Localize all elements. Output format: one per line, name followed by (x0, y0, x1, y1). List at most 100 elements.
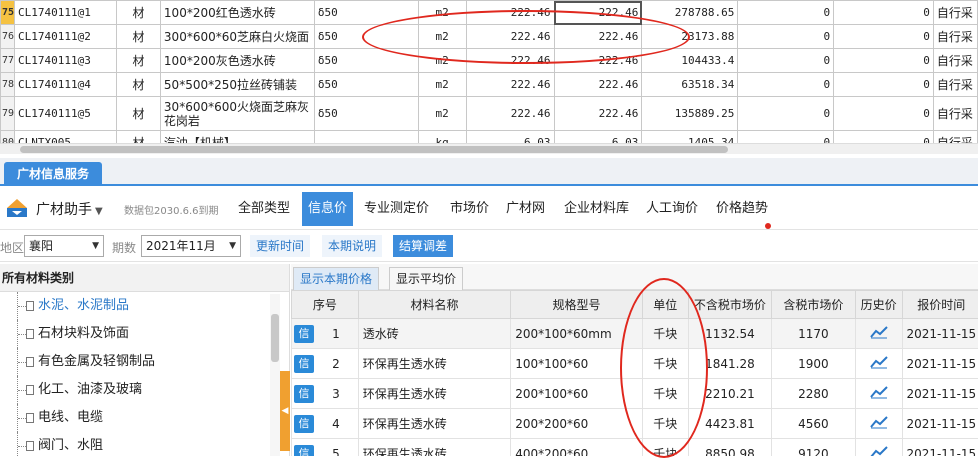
sheet-cell-src[interactable]: 自行采 (933, 97, 977, 131)
sheet-cell-code[interactable]: CL1740111@2 (15, 25, 117, 49)
sheet-cell-c1[interactable]: 0 (738, 1, 834, 25)
info-badge[interactable]: 信 (294, 385, 314, 403)
grid-header-cell[interactable]: 材料名称 (358, 291, 510, 319)
sheet-cell-spec[interactable]: δ50 (314, 49, 418, 73)
sheet-cell-unit[interactable]: m2 (418, 97, 466, 131)
sheet-cell-name[interactable]: 30*600*600火烧面芝麻灰花岗岩 (160, 97, 314, 131)
region-select[interactable]: 襄阳▼ (24, 235, 104, 257)
sheet-cell-c2[interactable]: 0 (834, 25, 934, 49)
collapse-splitter-icon[interactable]: ◀ (280, 371, 290, 451)
sheet-cell-c1[interactable]: 0 (738, 97, 834, 131)
sheet-cell-unit[interactable]: m2 (418, 49, 466, 73)
trend-chart-icon[interactable] (870, 415, 888, 429)
info-badge[interactable]: 信 (294, 445, 314, 457)
sheet-cell-code[interactable]: CL1740111@3 (15, 49, 117, 73)
sheet-cell-p1[interactable]: 222.46 (466, 1, 554, 25)
sheet-cell-p2[interactable]: 222.46 (554, 73, 642, 97)
tree-vertical-scrollbar[interactable] (270, 294, 280, 456)
sheet-cell-code[interactable]: CL1740111@5 (15, 97, 117, 131)
sheet-cell-src[interactable]: 自行采 (933, 49, 977, 73)
table-row[interactable]: 信2环保再生透水砖100*100*60千块1841.2819002021-11-… (292, 349, 978, 379)
sheet-horizontal-scrollbar[interactable] (0, 143, 978, 154)
period-explain-button[interactable]: 本期说明 (322, 235, 382, 257)
sheet-cell-kind[interactable]: 材 (116, 25, 160, 49)
sheet-cell-p2[interactable]: 222.46 (554, 25, 642, 49)
sheet-cell-spec[interactable]: δ50 (314, 1, 418, 25)
tree-item[interactable]: 水泥、水泥制品 (0, 292, 289, 320)
tree-item[interactable]: 石材块料及饰面 (0, 320, 289, 348)
sheet-cell-c1[interactable]: 0 (738, 25, 834, 49)
sheet-cell-amount[interactable]: 278788.65 (642, 1, 738, 25)
tree-item[interactable]: 电线、电缆 (0, 404, 289, 432)
period-select[interactable]: 2021年11月▼ (141, 235, 241, 257)
sheet-cell-c1[interactable]: 0 (738, 49, 834, 73)
app-name-dropdown[interactable]: 广材助手▼ (36, 199, 103, 219)
sheet-cell-spec[interactable]: δ50 (314, 97, 418, 131)
nav-tab-5[interactable]: 企业材料库 (558, 192, 635, 226)
sheet-cell-src[interactable]: 自行采 (933, 73, 977, 97)
sheet-cell-name[interactable]: 100*200灰色透水砖 (160, 49, 314, 73)
grid-header-cell[interactable]: 报价时间 (902, 291, 978, 319)
trend-chart-icon[interactable] (870, 355, 888, 369)
info-badge[interactable]: 信 (294, 415, 314, 433)
sheet-cell-num[interactable]: 75 (1, 1, 15, 25)
sheet-cell-unit[interactable]: m2 (418, 73, 466, 97)
table-row[interactable]: 信3环保再生透水砖200*100*60千块2210.2122802021-11-… (292, 379, 978, 409)
sheet-cell-p2[interactable]: 222.46 (554, 49, 642, 73)
sheet-row[interactable]: 78CL1740111@4材50*500*250拉丝砖铺装δ50m2222.46… (1, 73, 978, 97)
tab-average-price[interactable]: 显示平均价 (389, 267, 463, 290)
sheet-cell-name[interactable]: 100*200红色透水砖 (160, 1, 314, 25)
sheet-cell-spec[interactable]: δ50 (314, 25, 418, 49)
sheet-cell-c2[interactable]: 0 (834, 1, 934, 25)
nav-tab-4[interactable]: 广材网 (500, 192, 551, 226)
sheet-cell-c2[interactable]: 0 (834, 73, 934, 97)
sheet-cell-num[interactable]: 76 (1, 25, 15, 49)
sheet-cell-c1[interactable]: 0 (738, 73, 834, 97)
sheet-cell-p1[interactable]: 222.46 (466, 49, 554, 73)
trend-chart-icon[interactable] (870, 325, 888, 339)
tree-item[interactable]: 阀门、水阻 (0, 432, 289, 456)
grid-header-cell[interactable]: 规格型号 (511, 291, 643, 319)
sheet-cell-kind[interactable]: 材 (116, 49, 160, 73)
settle-adjust-button[interactable]: 结算调差 (393, 235, 453, 257)
sheet-cell-amount[interactable]: 104433.4 (642, 49, 738, 73)
grid-header-cell[interactable]: 序号 (292, 291, 359, 319)
nav-tab-1[interactable]: 信息价 (302, 192, 353, 226)
refresh-time-button[interactable]: 更新时间 (250, 235, 310, 257)
sheet-cell-src[interactable]: 自行采 (933, 25, 977, 49)
sheet-row[interactable]: 79CL1740111@5材30*600*600火烧面芝麻灰花岗岩δ50m222… (1, 97, 978, 131)
sheet-row[interactable]: 75CL1740111@1材100*200红色透水砖δ50m2222.46222… (1, 1, 978, 25)
sheet-cell-kind[interactable]: 材 (116, 73, 160, 97)
sheet-cell-code[interactable]: CL1740111@4 (15, 73, 117, 97)
sheet-cell-name[interactable]: 50*500*250拉丝砖铺装 (160, 73, 314, 97)
table-row[interactable]: 信1透水砖200*100*60mm千块1132.5411702021-11-15 (292, 319, 978, 349)
sheet-cell-p1[interactable]: 222.46 (466, 97, 554, 131)
tree-item[interactable]: 有色金属及轻钢制品 (0, 348, 289, 376)
trend-chart-icon[interactable] (870, 445, 888, 456)
sheet-cell-amount[interactable]: 135889.25 (642, 97, 738, 131)
sheet-cell-p2[interactable]: 222.46 (554, 97, 642, 131)
sheet-cell-c2[interactable]: 0 (834, 49, 934, 73)
sheet-cell-p1[interactable]: 222.46 (466, 25, 554, 49)
scrollbar-thumb[interactable] (20, 146, 728, 153)
sheet-cell-kind[interactable]: 材 (116, 1, 160, 25)
sheet-cell-p2[interactable]: 222.46 (554, 1, 642, 25)
scrollbar-thumb[interactable] (271, 314, 279, 362)
trend-chart-icon[interactable] (870, 385, 888, 399)
info-badge[interactable]: 信 (294, 355, 314, 373)
nav-tab-7[interactable]: 价格趋势 (710, 192, 774, 226)
sheet-cell-amount[interactable]: 23173.88 (642, 25, 738, 49)
tab-current-price[interactable]: 显示本期价格 (293, 267, 379, 290)
sheet-cell-code[interactable]: CL1740111@1 (15, 1, 117, 25)
grid-header-cell[interactable]: 单位 (642, 291, 688, 319)
sheet-cell-kind[interactable]: 材 (116, 97, 160, 131)
sheet-cell-amount[interactable]: 63518.34 (642, 73, 738, 97)
nav-tab-6[interactable]: 人工询价 (640, 192, 704, 226)
tab-material-info-service[interactable]: 广材信息服务 (4, 162, 102, 186)
grid-header-cell[interactable]: 不含税市场价 (688, 291, 772, 319)
grid-header-cell[interactable]: 历史价 (855, 291, 902, 319)
sheet-cell-num[interactable]: 79 (1, 97, 15, 131)
sheet-row[interactable]: 76CL1740111@2材300*600*60芝麻白火烧面δ50m2222.4… (1, 25, 978, 49)
sheet-cell-unit[interactable]: m2 (418, 25, 466, 49)
sheet-cell-unit[interactable]: m2 (418, 1, 466, 25)
